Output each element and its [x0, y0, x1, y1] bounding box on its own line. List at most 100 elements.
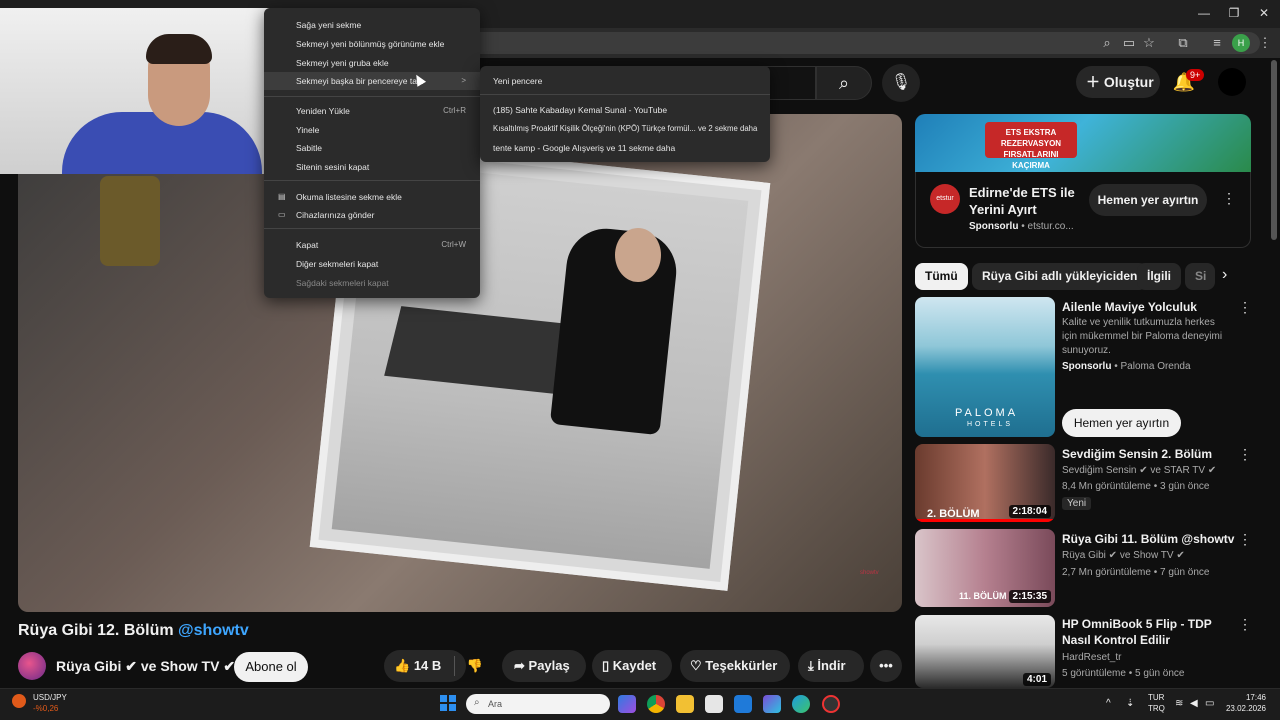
rec-cta-button[interactable]: Hemen yer ayırtın — [1062, 409, 1181, 437]
ctx-duplicate[interactable]: Yinele — [296, 125, 319, 135]
edge-app-icon[interactable] — [792, 695, 810, 713]
submenu-new-window[interactable]: Yeni pencere — [493, 76, 542, 86]
rec-channel[interactable]: HardReset_tr — [1062, 652, 1121, 663]
download-button[interactable]: ⤓ İndir — [798, 650, 864, 682]
duration-badge: 4:01 — [1022, 673, 1051, 686]
chip-related[interactable]: İlgili — [1137, 263, 1181, 290]
search-icon: ⌕ — [474, 697, 480, 708]
tray-chevron-icon[interactable]: ^ — [1106, 698, 1111, 709]
sponsored-thumbnail[interactable]: PALOMA HOTELS — [915, 297, 1055, 437]
more-vertical-icon[interactable]: ⋮ — [1238, 616, 1252, 633]
dislike-button[interactable]: 👎 — [456, 650, 494, 682]
app-with-notification-icon[interactable] — [822, 695, 840, 713]
language-bottom[interactable]: TRQ — [1148, 704, 1165, 713]
extensions-icon[interactable]: ⧉ — [1174, 34, 1192, 52]
rec-meta: 5 görüntüleme • 5 gün önce — [1062, 668, 1185, 679]
chip-all[interactable]: Tümü — [915, 263, 968, 290]
video-thumbnail[interactable]: 11. BÖLÜM 2:15:35 — [915, 529, 1055, 607]
ctx-close[interactable]: Kapat — [296, 240, 318, 250]
send-to-devices-icon: ▭ — [278, 210, 286, 219]
subscribe-button[interactable]: Abone ol — [234, 652, 308, 682]
save-label: Kaydet — [612, 658, 657, 673]
clock-time[interactable]: 17:46 — [1226, 693, 1266, 702]
rec-channel[interactable]: Sevdiğim Sensin ✔ ve STAR TV ✔ — [1062, 465, 1216, 476]
create-button[interactable]: ＋ Oluştur — [1076, 66, 1160, 98]
channel-avatar[interactable] — [18, 652, 46, 680]
chip-uploader[interactable]: Rüya Gibi adlı yükleyiciden — [972, 263, 1148, 290]
page-scrollbar[interactable] — [1271, 60, 1277, 240]
more-actions-button[interactable]: ••• — [870, 650, 902, 682]
minimize-icon[interactable]: — — [1194, 6, 1214, 22]
rec-title[interactable]: Sevdiğim Sensin 2. Bölüm — [1062, 446, 1238, 462]
submenu-window-item[interactable]: Kısaltılmış Proaktif Kişilik Ölçeği'nin … — [493, 124, 757, 133]
share-button[interactable]: ➦ Paylaş — [502, 650, 586, 682]
chevron-right-icon[interactable]: › — [1222, 266, 1227, 284]
search-icon[interactable]: ⌕ — [816, 66, 872, 100]
maximize-icon[interactable]: ❐ — [1224, 6, 1244, 22]
ctx-divider — [264, 180, 480, 181]
zoom-icon[interactable]: ⌕ — [1098, 34, 1116, 52]
ticker-name[interactable]: USD/JPY — [33, 693, 67, 702]
cast-icon[interactable]: ▭ — [1120, 34, 1138, 52]
video-title-handle-link[interactable]: @showtv — [178, 622, 249, 639]
ticker-icon — [12, 694, 26, 708]
chrome-app-icon[interactable] — [647, 695, 665, 713]
ctx-send-to-devices[interactable]: Cihazlarınıza gönder — [296, 210, 374, 220]
ctx-pin[interactable]: Sabitle — [296, 143, 322, 153]
submenu-window-item[interactable]: (185) Sahte Kabadayı Kemal Sunal - YouTu… — [493, 105, 667, 115]
windows-start-icon[interactable] — [440, 695, 456, 711]
copilot-app-icon[interactable] — [618, 695, 636, 713]
video-thumbnail[interactable]: 4:01 — [915, 615, 1055, 688]
rec-title[interactable]: Rüya Gibi 11. Bölüm @showtv — [1062, 531, 1238, 547]
volume-icon[interactable]: ◀ — [1190, 698, 1198, 709]
paloma-brand: PALOMA — [955, 407, 1019, 419]
ctx-add-reading-list[interactable]: Okuma listesine sekme ekle — [296, 192, 402, 202]
video-thumbnail[interactable]: 2. BÖLÜM 2:18:04 — [915, 444, 1055, 522]
save-button[interactable]: ▯ Kaydet — [592, 650, 672, 682]
profile-avatar[interactable]: H — [1232, 34, 1250, 52]
rec-sponsor-label: Sponsorlu — [1062, 361, 1112, 372]
battery-icon[interactable]: ▭ — [1205, 698, 1214, 709]
wifi-icon[interactable]: ≋ — [1175, 698, 1183, 709]
ctx-close-others[interactable]: Diğer sekmeleri kapat — [296, 259, 378, 269]
ad-more-icon[interactable]: ⋮ — [1222, 190, 1236, 207]
browser-menu-icon[interactable]: ⋮ — [1256, 34, 1274, 52]
reading-list-icon[interactable]: ≡ — [1208, 34, 1226, 52]
ctx-add-split-view[interactable]: Sekmeyi yeni bölünmüş görünüme ekle — [296, 39, 444, 49]
ctx-add-to-group[interactable]: Sekmeyi yeni gruba ekle — [296, 58, 389, 68]
file-explorer-icon[interactable] — [676, 695, 694, 713]
ad-banner-image[interactable] — [915, 114, 1251, 172]
rec-channel[interactable]: Rüya Gibi ✔ ve Show TV ✔ — [1062, 550, 1185, 561]
language-top[interactable]: TUR — [1148, 693, 1164, 702]
share-label: Paylaş — [528, 658, 570, 673]
duration-badge: 2:15:35 — [1008, 590, 1051, 603]
ctx-new-tab-right[interactable]: Sağa yeni sekme — [296, 20, 361, 30]
rec-title[interactable]: Ailenle Maviye Yolculuk — [1062, 299, 1238, 315]
photos-app-icon[interactable] — [763, 695, 781, 713]
thumbnail-text: 11. BÖLÜM — [959, 591, 1007, 601]
microphone-icon[interactable]: 🎙 — [882, 64, 920, 102]
store-app-icon[interactable] — [705, 695, 723, 713]
submenu-window-item[interactable]: tente kamp - Google Alışveriş ve 11 sekm… — [493, 143, 675, 153]
more-vertical-icon[interactable]: ⋮ — [1238, 446, 1252, 463]
taskbar-search-input[interactable]: Ara — [466, 694, 610, 714]
rec-title[interactable]: HP OmniBook 5 Flip - TDP Nasıl Kontrol E… — [1062, 616, 1238, 648]
tray-usb-icon[interactable]: ⇣ — [1126, 698, 1134, 709]
clock-date[interactable]: 23.02.2026 — [1222, 704, 1266, 713]
duration-badge: 2:18:04 — [1008, 505, 1051, 518]
bookmark-star-icon[interactable]: ☆ — [1140, 34, 1158, 52]
thumbs-down-icon: 👎 — [466, 658, 484, 673]
mail-app-icon[interactable] — [734, 695, 752, 713]
close-icon[interactable]: ✕ — [1254, 6, 1274, 22]
thanks-button[interactable]: ♡ Teşekkürler — [680, 650, 790, 682]
more-vertical-icon[interactable]: ⋮ — [1238, 299, 1252, 316]
channel-name[interactable]: Rüya Gibi ✔ ve Show TV ✔ — [56, 658, 235, 675]
more-vertical-icon[interactable]: ⋮ — [1238, 531, 1252, 548]
ad-title[interactable]: Edirne'de ETS ile Yerini Ayırt — [969, 184, 1079, 218]
ctx-reload[interactable]: Yeniden Yükle — [296, 106, 350, 116]
ctx-mute-site[interactable]: Sitenin sesini kapat — [296, 162, 369, 172]
ad-cta-button[interactable]: Hemen yer ayırtın — [1089, 184, 1207, 216]
chip-truncated[interactable]: Si — [1185, 263, 1215, 290]
account-avatar[interactable] — [1218, 68, 1246, 96]
ctx-move-to-window[interactable]: Sekmeyi başka bir pencereye taşı — [296, 76, 424, 86]
